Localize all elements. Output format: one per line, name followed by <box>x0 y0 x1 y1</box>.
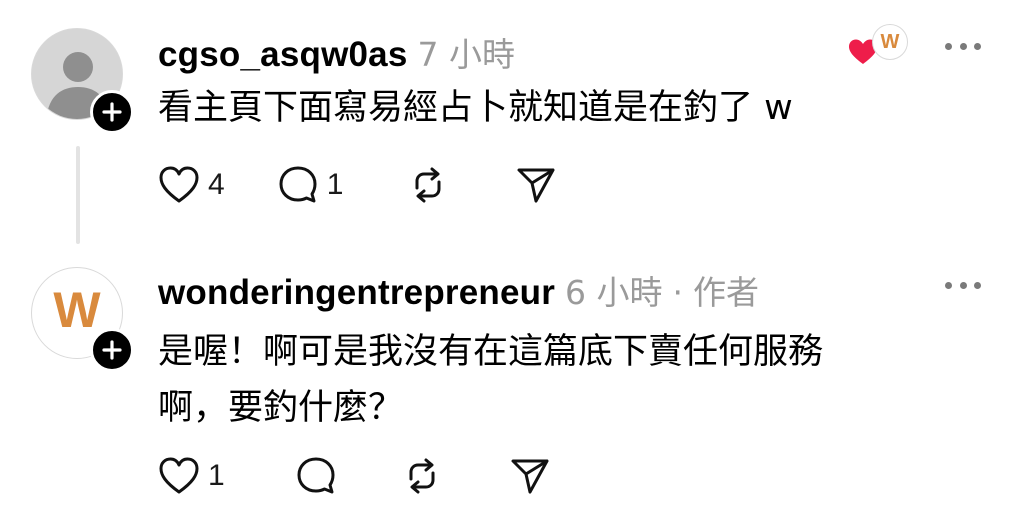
timestamp: 7 小時 <box>417 35 516 74</box>
author-liked-badge: W <box>846 22 916 68</box>
dot-icon <box>974 42 981 50</box>
dot-icon <box>974 281 981 289</box>
comment-header: wonderingentrepreneur 6 小時 · 作者 <box>158 266 759 314</box>
thread-line <box>76 146 80 244</box>
plus-icon <box>102 340 122 360</box>
dot-icon <box>959 281 967 289</box>
action-bar: 1 <box>158 455 551 497</box>
username[interactable]: wonderingentrepreneur <box>158 273 555 313</box>
comment-text-line: 啊，要釣什麼？ <box>158 388 404 428</box>
comment-header: cgso_asqw0as 7 小時 <box>158 28 515 76</box>
heart-outline-icon <box>159 457 199 494</box>
reply-button[interactable]: 1 <box>277 164 344 206</box>
share-button[interactable] <box>509 455 551 497</box>
timestamp: 6 小時 <box>565 273 663 312</box>
comment-text: 是喔！啊可是我沒有在這篇底下賣任何服務 啊，要釣什麼？ <box>158 324 918 436</box>
reply-count: 1 <box>326 168 344 201</box>
repost-button[interactable] <box>401 455 443 497</box>
author-mini-avatar: W <box>872 24 908 60</box>
repost-button[interactable] <box>407 164 449 206</box>
share-button[interactable] <box>515 164 557 206</box>
like-count: 4 <box>208 168 225 201</box>
separator: · <box>672 273 684 312</box>
heart-outline-icon <box>159 166 199 203</box>
comment-text: 看主頁下面寫易經占卜就知道是在釣了 w <box>158 88 793 128</box>
dot-icon <box>959 42 967 50</box>
plus-icon <box>102 102 122 122</box>
like-button[interactable]: 1 <box>158 456 225 496</box>
dot-icon <box>945 42 952 50</box>
more-options-button[interactable] <box>945 40 981 52</box>
follow-plus-button[interactable] <box>90 328 134 372</box>
like-count: 1 <box>208 459 225 492</box>
reply-button[interactable] <box>295 455 337 497</box>
like-button[interactable]: 4 <box>158 165 225 205</box>
comment-text-line: 是喔！啊可是我沒有在這篇底下賣任何服務 <box>158 332 824 372</box>
username[interactable]: cgso_asqw0as <box>158 35 408 75</box>
comment-bubble-icon <box>297 457 335 494</box>
dot-icon <box>945 281 952 289</box>
brand-logo: W <box>880 30 900 53</box>
repost-icon <box>415 167 441 203</box>
more-options-button[interactable] <box>945 279 981 291</box>
repost-icon <box>409 458 435 494</box>
send-icon <box>517 168 555 203</box>
follow-plus-button[interactable] <box>90 90 134 134</box>
action-bar: 4 1 <box>158 164 557 206</box>
author-label: 作者 <box>693 273 760 312</box>
send-icon <box>511 459 549 494</box>
comment-bubble-icon <box>279 166 317 203</box>
